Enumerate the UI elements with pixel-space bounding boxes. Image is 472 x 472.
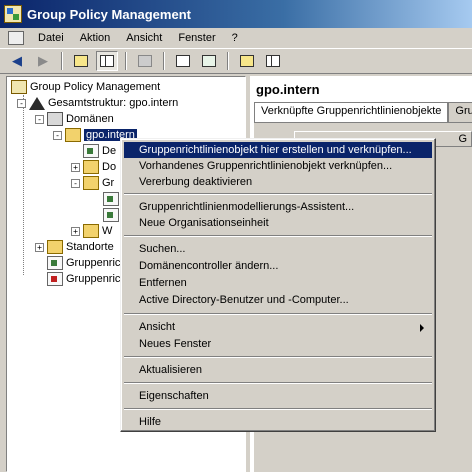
tree-item-child-4[interactable]: + W bbox=[71, 223, 112, 239]
menu-separator bbox=[124, 356, 432, 358]
refresh-icon[interactable] bbox=[198, 51, 220, 71]
delete-icon[interactable] bbox=[134, 51, 156, 71]
help-icon[interactable] bbox=[236, 51, 258, 71]
tree-item-gpm-2[interactable]: Gruppenric bbox=[47, 271, 120, 287]
domains-icon bbox=[47, 112, 63, 126]
context-menu: Gruppenrichtlinienobjekt hier erstellen … bbox=[120, 138, 436, 432]
gpo-link-icon bbox=[83, 144, 99, 158]
gpo-icon bbox=[103, 192, 119, 206]
toolbar-separator bbox=[61, 52, 63, 70]
tab-group-policy-inheritance[interactable]: Grup bbox=[448, 102, 472, 122]
menu-item-view-label: Ansicht bbox=[139, 321, 176, 333]
tree-label-root: Group Policy Management bbox=[30, 81, 161, 93]
tree-label-child: W bbox=[102, 225, 113, 237]
menu-ansicht[interactable]: Ansicht bbox=[118, 32, 170, 44]
tab-linked-gpos[interactable]: Verknüpfte Gruppenrichtlinienobjekte bbox=[254, 102, 449, 122]
tree-label-sites: Standorte bbox=[66, 241, 114, 253]
menu-datei[interactable]: Datei bbox=[30, 32, 72, 44]
menu-item-change-dc[interactable]: Domänencontroller ändern... bbox=[124, 258, 432, 274]
tree-label-forest: Gesamtstruktur: gpo.intern bbox=[48, 97, 179, 109]
export-list-icon[interactable] bbox=[262, 51, 284, 71]
menu-item-search[interactable]: Suchen... bbox=[124, 241, 432, 257]
back-arrow-icon[interactable]: ◀ bbox=[6, 51, 28, 71]
menu-aktion[interactable]: Aktion bbox=[72, 32, 119, 44]
tree-item-sites[interactable]: + Standorte bbox=[35, 239, 114, 255]
gp-modeling-icon bbox=[47, 256, 63, 270]
menu-item-ad-users-computers[interactable]: Active Directory-Benutzer und -Computer.… bbox=[124, 292, 432, 308]
collapse-icon[interactable]: - bbox=[71, 178, 80, 188]
collapse-icon[interactable]: - bbox=[35, 114, 44, 124]
menu-separator bbox=[124, 313, 432, 315]
menu-item-link-existing-gpo[interactable]: Vorhandenes Gruppenrichtlinienobjekt ver… bbox=[124, 158, 432, 174]
window-title: Group Policy Management bbox=[27, 6, 191, 22]
menu-separator bbox=[124, 408, 432, 410]
up-folder-icon[interactable] bbox=[70, 51, 92, 71]
menu-item-create-and-link-gpo[interactable]: Gruppenrichtlinienobjekt hier erstellen … bbox=[124, 142, 432, 158]
collapse-icon[interactable]: - bbox=[17, 98, 26, 108]
tree-item-root[interactable]: Group Policy Management bbox=[11, 79, 160, 95]
domain-icon bbox=[65, 128, 81, 142]
tree-item-child-2[interactable]: + Do bbox=[71, 159, 116, 175]
menu-separator bbox=[124, 235, 432, 237]
menu-item-modeling-wizard[interactable]: Gruppenrichtlinienmodellierungs-Assisten… bbox=[124, 199, 432, 215]
tree-label-gpm: Gruppenric bbox=[66, 257, 121, 269]
toolbar: ◀ ▶ bbox=[0, 48, 472, 74]
sites-icon bbox=[47, 240, 63, 254]
toolbar-separator bbox=[227, 52, 229, 70]
tree-guide-line bbox=[23, 95, 24, 275]
collapse-icon[interactable]: - bbox=[53, 130, 62, 140]
gpo-icon bbox=[103, 208, 119, 222]
properties-icon[interactable] bbox=[172, 51, 194, 71]
expand-icon[interactable]: + bbox=[71, 226, 80, 236]
details-title: gpo.intern bbox=[256, 82, 320, 97]
tree-label-gpm: Gruppenric bbox=[66, 273, 121, 285]
menu-item-block-inheritance[interactable]: Vererbung deaktivieren bbox=[124, 174, 432, 190]
tree-label-child: Gr bbox=[102, 177, 115, 189]
tree-item-gpm-1[interactable]: Gruppenric bbox=[47, 255, 120, 271]
folder-icon bbox=[83, 224, 99, 238]
gp-results-icon bbox=[47, 272, 63, 286]
menu-separator bbox=[124, 382, 432, 384]
toolbar-separator bbox=[125, 52, 127, 70]
menu-item-refresh[interactable]: Aktualisieren bbox=[124, 362, 432, 378]
tree-item-child-1[interactable]: De bbox=[83, 143, 116, 159]
menu-bar: Datei Aktion Ansicht Fenster ? bbox=[0, 28, 472, 48]
tree-item-child-3[interactable]: - Gr bbox=[71, 175, 114, 191]
menu-item-properties[interactable]: Eigenschaften bbox=[124, 388, 432, 404]
toolbar-separator bbox=[163, 52, 165, 70]
app-icon bbox=[4, 5, 22, 23]
expand-icon[interactable]: + bbox=[35, 242, 44, 252]
folder-icon bbox=[83, 176, 99, 190]
folder-icon bbox=[83, 160, 99, 174]
forward-arrow-icon[interactable]: ▶ bbox=[32, 51, 54, 71]
menu-item-help[interactable]: Hilfe bbox=[124, 414, 432, 430]
system-menu-icon[interactable] bbox=[8, 31, 24, 45]
menu-fenster[interactable]: Fenster bbox=[170, 32, 223, 44]
tree-label-child: De bbox=[102, 145, 117, 157]
menu-separator bbox=[124, 193, 432, 195]
column-header-label: G bbox=[458, 133, 467, 145]
window-titlebar: Group Policy Management bbox=[0, 0, 472, 28]
tree-label-child: Do bbox=[102, 161, 117, 173]
menu-help[interactable]: ? bbox=[224, 32, 246, 44]
tab-strip: Verknüpfte Gruppenrichtlinienobjekte Gru… bbox=[254, 102, 472, 122]
tree-label-domains: Domänen bbox=[66, 113, 114, 125]
menu-item-remove[interactable]: Entfernen bbox=[124, 275, 432, 291]
menu-item-new-ou[interactable]: Neue Organisationseinheit bbox=[124, 215, 432, 231]
tree-item-domains[interactable]: - Domänen bbox=[35, 111, 114, 127]
menu-item-new-window[interactable]: Neues Fenster bbox=[124, 336, 432, 352]
forest-icon bbox=[29, 96, 45, 110]
tree-item-forest[interactable]: - Gesamtstruktur: gpo.intern bbox=[17, 95, 178, 111]
submenu-arrow-icon bbox=[420, 324, 424, 332]
expand-icon[interactable]: + bbox=[71, 162, 80, 172]
menu-item-view[interactable]: Ansicht bbox=[124, 319, 432, 335]
group-policy-icon bbox=[11, 80, 27, 94]
show-tree-icon[interactable] bbox=[96, 51, 118, 71]
